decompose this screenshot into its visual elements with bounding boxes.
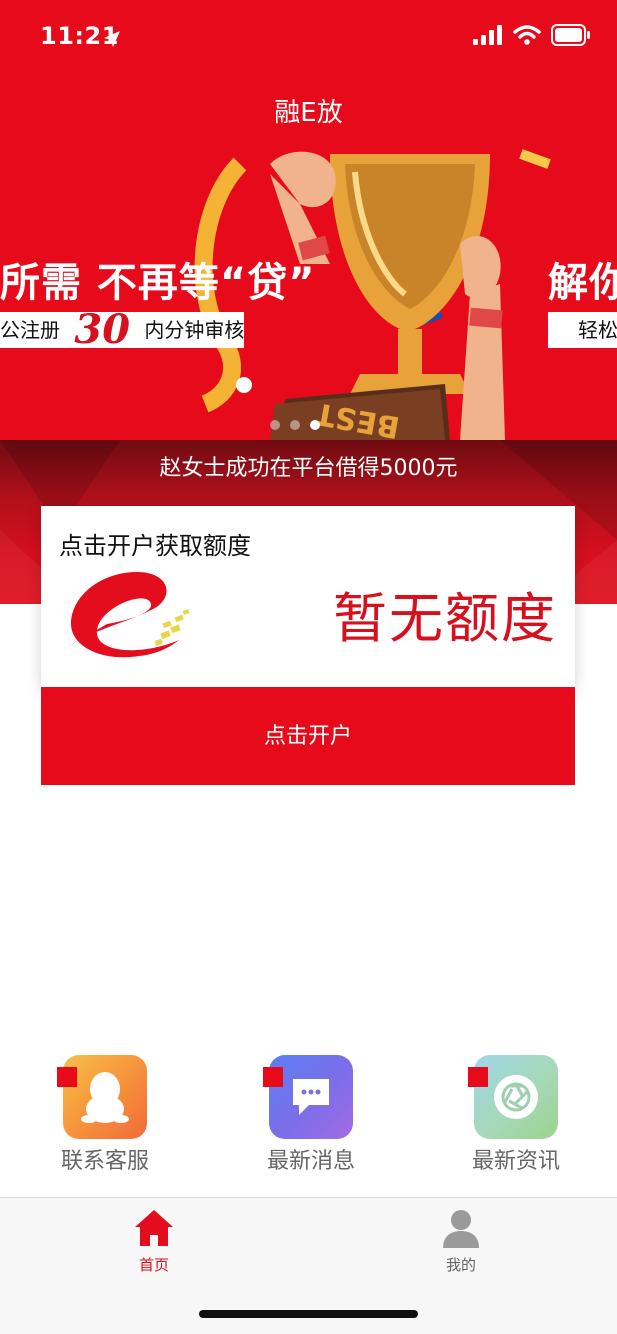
shortcut-icon-tile (263, 1055, 353, 1139)
banner-sparkle-dot (236, 377, 252, 393)
open-account-button[interactable]: 点击开户 (41, 687, 575, 785)
shortcut-label: 联系客服 (60, 1149, 149, 1174)
carousel-dot[interactable] (270, 420, 280, 430)
corner-flag (263, 1067, 283, 1087)
nav-bar: 融E放 (0, 76, 617, 144)
banner-sub-prefix: 公注册 (0, 318, 60, 342)
aperture-icon (494, 1075, 538, 1119)
banner-sub-number: 30 (74, 306, 131, 353)
tab-profile[interactable]: 我的 (421, 1208, 501, 1275)
success-ticker: 赵女士成功在平台借得5000元 (159, 456, 458, 481)
corner-flag (57, 1067, 77, 1087)
battery-icon (551, 24, 590, 46)
page-title: 融E放 (274, 98, 343, 128)
shortcut-icon-tile (57, 1055, 147, 1139)
shortcut-grid: 联系客服 最新消息 最新资讯 (0, 1055, 617, 1180)
chat-bubble-icon (293, 1079, 329, 1115)
location-arrow-icon (104, 31, 120, 47)
shortcut-label: 最新消息 (266, 1149, 355, 1174)
wifi-icon (513, 25, 541, 45)
shortcut-icon-tile (468, 1055, 558, 1139)
tab-home[interactable]: 首页 (114, 1208, 194, 1275)
status-bar: 11:21 (0, 0, 617, 76)
banner-sub-suffix: 内分钟审核 (144, 318, 245, 342)
home-indicator (199, 1310, 418, 1318)
banner-subline-right: 轻松 (548, 312, 617, 348)
shortcut-label: 最新资讯 (471, 1149, 560, 1174)
corner-flag (468, 1067, 488, 1087)
tab-label: 首页 (138, 1256, 169, 1274)
shortcut-latest-news[interactable]: 最新资讯 (446, 1055, 586, 1175)
quota-prompt: 点击开户获取额度 (59, 532, 251, 560)
cellular-signal-icon (473, 25, 502, 45)
banner-headline-right: 解你 (548, 260, 617, 306)
promo-banner-carousel[interactable]: BEST 所需 不再等“贷” 公注册 30 内分钟审核 解你 轻松 (0, 144, 617, 440)
status-icons (473, 24, 591, 46)
shortcut-customer-service[interactable]: 联系客服 (35, 1055, 175, 1175)
user-icon (443, 1210, 479, 1248)
quota-value: 暂无额度 (333, 587, 557, 650)
brand-logo (69, 572, 190, 658)
carousel-dot[interactable] (290, 420, 300, 430)
home-icon (135, 1210, 173, 1246)
shortcut-latest-messages[interactable]: 最新消息 (241, 1055, 381, 1175)
carousel-dot-active[interactable] (310, 420, 320, 430)
quota-card[interactable]: 点击开户获取额度 暂无额度 (41, 506, 575, 687)
carousel-indicator[interactable] (270, 420, 320, 430)
banner-headline-left: 所需 不再等“贷” (0, 260, 316, 306)
tab-label: 我的 (445, 1256, 476, 1274)
banner-subline-left: 公注册 30 内分钟审核 (0, 310, 245, 350)
qq-penguin-icon (81, 1072, 129, 1123)
